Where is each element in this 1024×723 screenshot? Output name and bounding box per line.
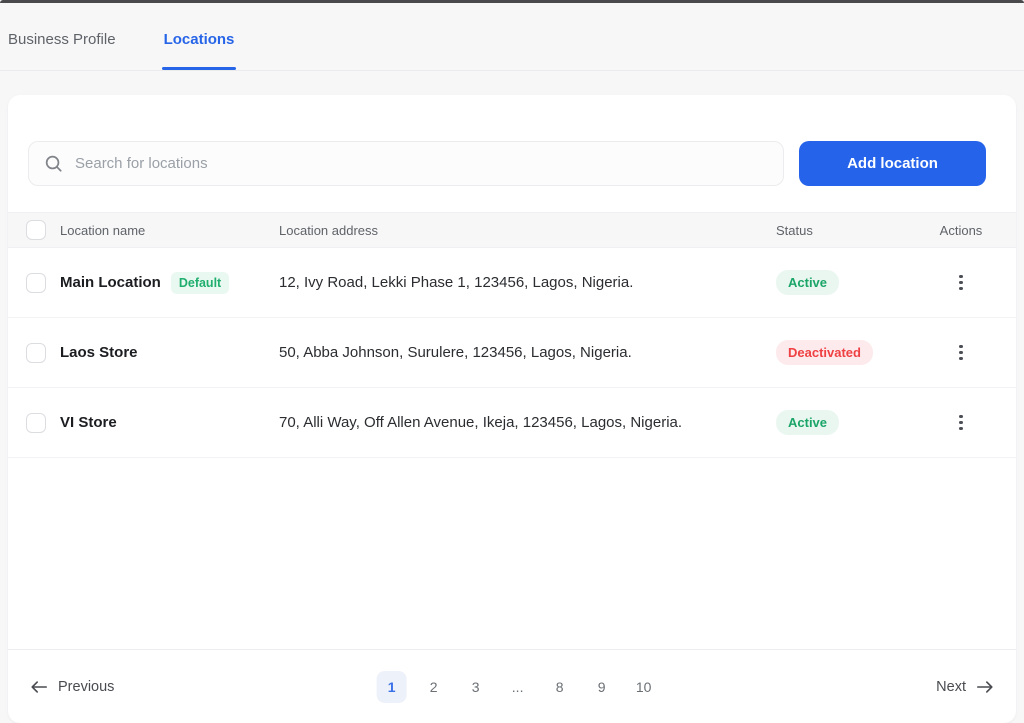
header-status: Status xyxy=(776,222,813,238)
row-checkbox[interactable] xyxy=(26,412,46,433)
add-location-button[interactable]: Add location xyxy=(799,141,986,186)
location-address: 12, Ivy Road, Lekki Phase 1, 123456, Lag… xyxy=(279,274,634,291)
location-name: Laos Store xyxy=(60,344,138,361)
page-list: 1 2 3 ... 8 9 10 xyxy=(376,670,659,703)
header-location-address: Location address xyxy=(279,222,379,238)
default-badge: Default xyxy=(170,271,230,294)
next-label: Next xyxy=(936,678,966,695)
page-button-8[interactable]: 8 xyxy=(545,671,575,703)
table-header-row: Location name Location address Status Ac… xyxy=(8,212,1016,248)
tab-locations[interactable]: Locations xyxy=(161,31,237,70)
actions-cell xyxy=(921,269,1001,297)
location-address: 70, Alli Way, Off Allen Avenue, Ikeja, 1… xyxy=(279,414,683,431)
page-button-10[interactable]: 10 xyxy=(629,671,659,703)
locations-panel: Add location Location name Location addr… xyxy=(8,95,1016,723)
row-actions-menu-icon[interactable] xyxy=(953,339,969,367)
status-cell: Active xyxy=(776,410,907,435)
table-row: Laos Store 50, Abba Johnson, Surulere, 1… xyxy=(8,318,1016,388)
row-actions-menu-icon[interactable] xyxy=(953,269,969,297)
page-button-9[interactable]: 9 xyxy=(587,671,617,703)
row-actions-menu-icon[interactable] xyxy=(953,409,969,437)
search-input[interactable] xyxy=(28,141,784,186)
location-name-cell: Main Location Default xyxy=(60,271,265,294)
search-box xyxy=(28,141,784,186)
next-button[interactable]: Next xyxy=(936,679,994,695)
table-row: VI Store 70, Alli Way, Off Allen Avenue,… xyxy=(8,388,1016,458)
previous-button[interactable]: Previous xyxy=(30,679,114,695)
status-cell: Deactivated xyxy=(776,340,907,365)
actions-cell xyxy=(921,339,1001,367)
locations-table: Location name Location address Status Ac… xyxy=(8,212,1016,458)
tab-business-profile[interactable]: Business Profile xyxy=(8,31,116,70)
row-checkbox[interactable] xyxy=(26,272,46,293)
location-name: VI Store xyxy=(60,414,117,431)
page-ellipsis: ... xyxy=(511,678,524,695)
header-actions: Actions xyxy=(939,222,983,238)
previous-label: Previous xyxy=(58,678,115,695)
table-row: Main Location Default 12, Ivy Road, Lekk… xyxy=(8,248,1016,318)
search-icon xyxy=(45,155,62,172)
header-location-name: Location name xyxy=(60,222,146,238)
page-button-3[interactable]: 3 xyxy=(461,671,491,703)
tabs-bar: Business Profile Locations xyxy=(0,0,1024,71)
status-badge: Active xyxy=(776,410,840,435)
toolbar: Add location xyxy=(28,141,986,186)
pagination-bar: Previous 1 2 3 ... 8 9 10 Next xyxy=(8,649,1016,723)
location-name-cell: VI Store xyxy=(60,414,265,431)
location-name: Main Location xyxy=(60,274,161,291)
status-cell: Active xyxy=(776,270,907,295)
status-badge: Deactivated xyxy=(776,340,873,365)
arrow-right-icon xyxy=(976,680,993,693)
row-checkbox[interactable] xyxy=(26,342,46,363)
page-button-1[interactable]: 1 xyxy=(376,670,407,703)
arrow-left-icon xyxy=(31,680,48,693)
location-address: 50, Abba Johnson, Surulere, 123456, Lago… xyxy=(279,344,632,361)
actions-cell xyxy=(921,409,1001,437)
page-button-2[interactable]: 2 xyxy=(419,671,449,703)
location-name-cell: Laos Store xyxy=(60,344,265,361)
status-badge: Active xyxy=(776,270,840,295)
select-all-checkbox[interactable] xyxy=(26,220,46,240)
